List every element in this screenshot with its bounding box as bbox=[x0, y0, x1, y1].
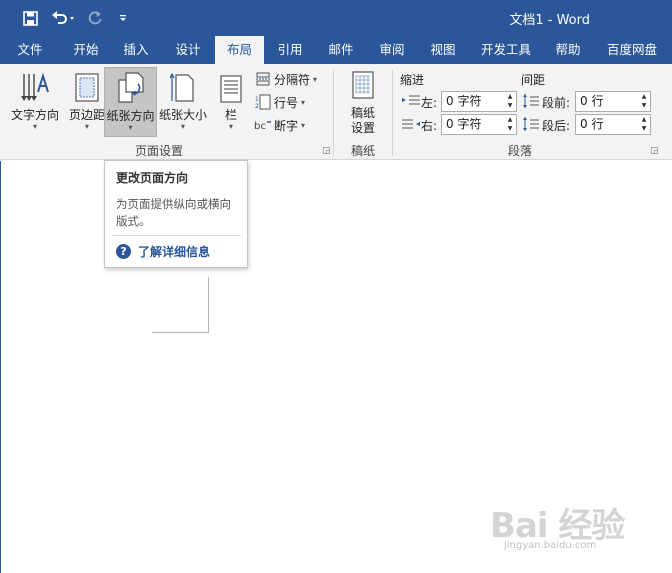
hyphenation-icon: bc bbox=[254, 117, 272, 133]
columns-label: 栏 bbox=[224, 108, 237, 122]
text-direction-icon bbox=[18, 70, 52, 107]
page-corner-mark bbox=[152, 332, 209, 333]
orientation-button[interactable]: 纸张方向 ▾ bbox=[104, 67, 157, 137]
tab-help[interactable]: 帮助 bbox=[544, 36, 592, 64]
watermark-url: jingyan.baidu.com bbox=[504, 540, 597, 551]
indent-right-icon bbox=[401, 118, 421, 135]
svg-text:2: 2 bbox=[255, 103, 259, 110]
tab-insert[interactable]: 插入 bbox=[112, 36, 160, 64]
baidu-watermark: Bai 经验 jingyan.baidu.com bbox=[490, 498, 660, 558]
spinner-arrows-icon[interactable]: ▲ ▼ bbox=[639, 92, 649, 111]
svg-text:bc: bc bbox=[254, 121, 266, 132]
undo-icon[interactable] bbox=[50, 8, 76, 28]
tab-layout[interactable]: 布局 bbox=[215, 36, 264, 64]
spacing-after-icon bbox=[522, 116, 540, 135]
manuscript-group-label: 稿纸 bbox=[350, 144, 375, 158]
customize-qat-icon[interactable] bbox=[116, 8, 130, 28]
columns-icon bbox=[218, 70, 244, 107]
tab-design[interactable]: 设计 bbox=[164, 36, 212, 64]
chevron-down-icon: ▾ bbox=[128, 123, 133, 132]
spacing-before-value: 0 行 bbox=[580, 94, 604, 108]
tooltip-title: 更改页面方向 bbox=[116, 171, 189, 185]
paragraph-group-label: 段落 bbox=[507, 144, 532, 158]
manuscript-label-line2: 设置 bbox=[350, 121, 375, 135]
tab-developer[interactable]: 开发工具 bbox=[472, 36, 540, 64]
indent-left-icon bbox=[401, 94, 421, 111]
spinner-arrows-icon[interactable]: ▲ ▼ bbox=[639, 115, 649, 134]
orientation-tooltip: 更改页面方向 为页面提供纵向或横向版式。 ? 了解详细信息 bbox=[104, 160, 248, 268]
chevron-down-icon: ▾ bbox=[228, 122, 233, 131]
manuscript-label: 稿纸 设置 bbox=[340, 106, 386, 136]
group-separator bbox=[392, 70, 393, 156]
manuscript-settings-button[interactable]: 稿纸 设置 bbox=[340, 68, 386, 136]
paper-size-icon bbox=[168, 70, 198, 107]
tooltip-help-label: 了解详细信息 bbox=[138, 245, 211, 259]
window-title: 文档1 - Word bbox=[509, 13, 590, 28]
breaks-label: 分隔符 bbox=[274, 72, 311, 87]
manuscript-label-line1: 稿纸 bbox=[350, 106, 375, 120]
save-icon[interactable] bbox=[20, 8, 40, 28]
tab-mailings[interactable]: 邮件 bbox=[317, 36, 365, 64]
indent-right-label: 右: bbox=[421, 119, 438, 133]
orientation-icon bbox=[114, 70, 148, 107]
redo-icon[interactable] bbox=[86, 8, 104, 28]
tooltip-help-link[interactable]: ? 了解详细信息 bbox=[116, 243, 210, 260]
hyphenation-button[interactable]: bc 断字 ▾ bbox=[254, 115, 305, 135]
chevron-down-icon: ▾ bbox=[313, 74, 318, 84]
indent-header: 缩进 bbox=[400, 73, 425, 87]
page-corner-mark bbox=[208, 277, 209, 333]
spinner-arrows-icon[interactable]: ▲ ▼ bbox=[505, 115, 515, 134]
svg-text:1: 1 bbox=[255, 96, 259, 103]
tab-baidu-netdisk[interactable]: 百度网盘 bbox=[598, 36, 666, 64]
spacing-after-value: 0 行 bbox=[580, 117, 604, 131]
indent-left-value: 0 字符 bbox=[446, 94, 482, 108]
line-numbers-button[interactable]: 12 行号 ▾ bbox=[254, 92, 305, 112]
dialog-launcher-icon[interactable]: ◲ bbox=[650, 146, 659, 156]
title-bar: 文档1 - Word bbox=[0, 0, 672, 36]
orientation-label: 纸张方向 bbox=[106, 109, 155, 123]
help-icon: ? bbox=[116, 244, 131, 259]
chevron-down-icon: ▾ bbox=[301, 97, 306, 107]
group-separator bbox=[333, 70, 334, 156]
tooltip-description: 为页面提供纵向或横向版式。 bbox=[116, 197, 231, 228]
indent-right-input[interactable]: 0 字符 ▲ ▼ bbox=[441, 114, 517, 135]
chevron-down-icon: ▾ bbox=[180, 122, 185, 131]
breaks-icon bbox=[254, 71, 272, 87]
indent-right-value: 0 字符 bbox=[446, 117, 482, 131]
indent-left-label: 左: bbox=[421, 96, 438, 110]
spacing-before-label: 段前: bbox=[542, 96, 571, 110]
tab-review[interactable]: 审阅 bbox=[368, 36, 416, 64]
margins-icon bbox=[72, 70, 102, 107]
spacing-header: 间距 bbox=[521, 73, 546, 87]
spacing-before-input[interactable]: 0 行 ▲ ▼ bbox=[575, 91, 651, 112]
chevron-down-icon: ▾ bbox=[301, 120, 306, 130]
line-numbers-icon: 12 bbox=[254, 94, 272, 110]
spacing-after-input[interactable]: 0 行 ▲ ▼ bbox=[575, 114, 651, 135]
line-numbers-label: 行号 bbox=[274, 95, 299, 110]
text-direction-button[interactable]: 文字方向 ▾ bbox=[9, 68, 61, 134]
chevron-down-icon: ▾ bbox=[32, 122, 37, 131]
page-setup-group-label: 页面设置 bbox=[134, 144, 183, 158]
tooltip-divider bbox=[113, 235, 241, 236]
tab-home[interactable]: 开始 bbox=[62, 36, 110, 64]
ribbon: 文字方向 ▾ 页边距 ▾ 纸张方向 ▾ 纸张大小 ▾ 栏 ▾ 分隔符 ▾ 1 2… bbox=[0, 64, 672, 160]
manuscript-icon bbox=[350, 70, 376, 103]
size-label: 纸张大小 bbox=[158, 108, 207, 122]
tab-file[interactable]: 文件 bbox=[6, 36, 54, 64]
columns-button[interactable]: 栏 ▾ bbox=[211, 68, 251, 134]
size-button[interactable]: 纸张大小 ▾ bbox=[157, 68, 209, 134]
tab-view[interactable]: 视图 bbox=[419, 36, 467, 64]
spacing-before-icon bbox=[522, 93, 540, 112]
spinner-arrows-icon[interactable]: ▲ ▼ bbox=[505, 92, 515, 111]
breaks-button[interactable]: 分隔符 ▾ bbox=[254, 69, 317, 89]
text-direction-label: 文字方向 bbox=[10, 108, 59, 122]
ribbon-tab-bar: 文件 开始 插入 设计 布局 引用 邮件 审阅 视图 开发工具 帮助 百度网盘 bbox=[0, 36, 672, 64]
spacing-after-label: 段后: bbox=[542, 119, 571, 133]
indent-left-input[interactable]: 0 字符 ▲ ▼ bbox=[441, 91, 517, 112]
hyphenation-label: 断字 bbox=[274, 118, 299, 133]
tab-references[interactable]: 引用 bbox=[266, 36, 314, 64]
dialog-launcher-icon[interactable]: ◲ bbox=[322, 146, 331, 156]
